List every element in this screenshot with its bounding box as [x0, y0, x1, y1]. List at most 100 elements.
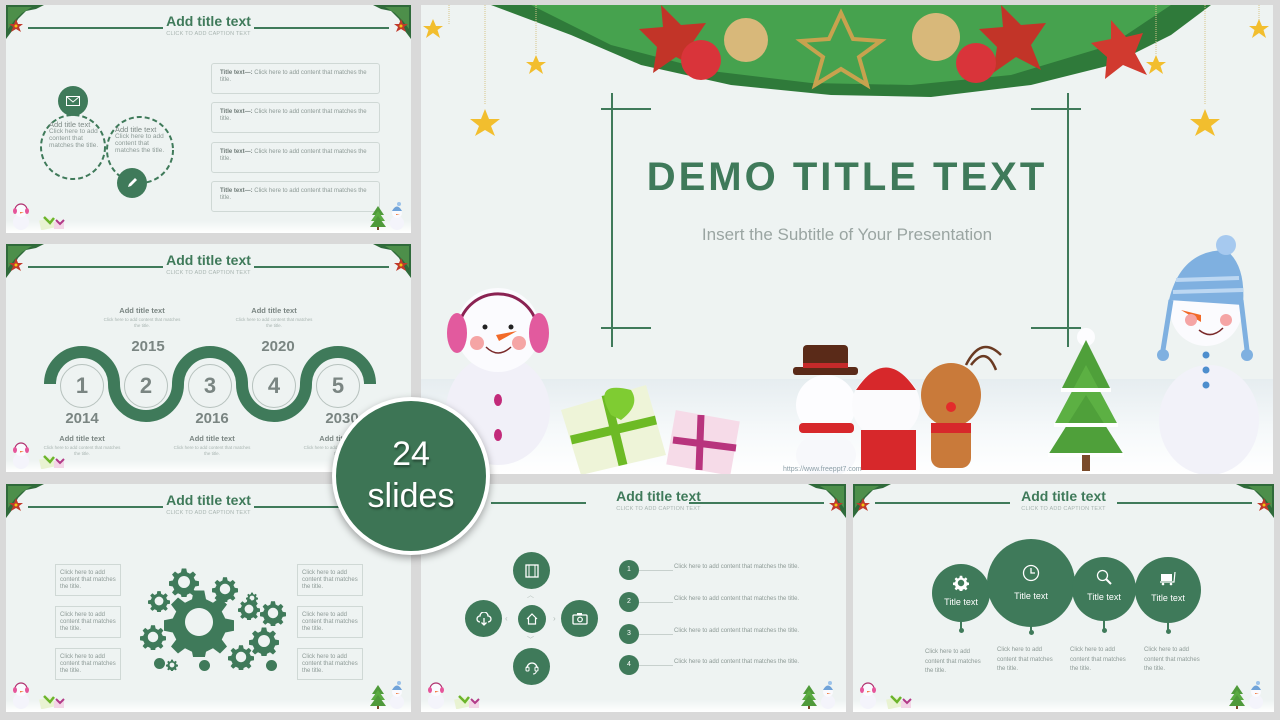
item-text: Click here to add content that matches t…: [674, 596, 800, 602]
clock-icon: [987, 564, 1075, 582]
slide-title: Add title text: [1021, 488, 1106, 504]
number-badge: 1: [619, 560, 639, 580]
connector-line: [639, 634, 673, 635]
chevron-up-icon: ︿: [527, 592, 534, 599]
callout-box: Click here to add content that matches t…: [297, 648, 363, 680]
title-slide-preview[interactable]: DEMO TITLE TEXT Insert the Subtitle of Y…: [421, 5, 1273, 474]
circle-title: Add title text: [115, 125, 157, 134]
bubble-label: Title text: [1087, 592, 1121, 602]
snowman-icon: [386, 202, 408, 230]
callout-box: Click here to add content that matches t…: [297, 606, 363, 638]
bubble-stem-dot: [1102, 628, 1107, 633]
box-label: Title text—:: [220, 70, 253, 76]
timeline-title: Add title text: [251, 306, 297, 315]
gift-icon: [453, 693, 483, 709]
bubble-label: Title text: [944, 597, 978, 607]
slide-thumbnail-circles[interactable]: Add title text CLICK TO ADD CAPTION TEXT…: [6, 5, 411, 233]
box-label: Title text—:: [220, 149, 253, 155]
snowman-icon: [386, 681, 408, 709]
connector-line: [639, 570, 673, 571]
gear-icon: [932, 575, 990, 591]
timeline-year: 2014: [65, 410, 99, 427]
callout-box: Click here to add content that matches t…: [55, 564, 121, 596]
frame-line: [1067, 93, 1069, 347]
bubble-card: Title text: [1135, 557, 1201, 623]
hanging-stars-decoration: [423, 5, 1269, 136]
slide-count-number: 24: [392, 435, 430, 473]
slide-title: Add title text: [616, 488, 701, 504]
snowman-icon: [857, 681, 879, 709]
timeline-title: Add title text: [189, 434, 235, 443]
tree-icon: [801, 685, 817, 709]
film-icon: [513, 552, 550, 589]
slide-count-badge: 24 slides: [332, 397, 490, 555]
gift-icon: [38, 453, 68, 469]
bubble-description: Click here to add content that matches t…: [925, 649, 981, 674]
snowman-icon: [10, 441, 32, 469]
cloud-download-icon: [465, 600, 502, 637]
frame-line: [611, 93, 613, 347]
timeline-step-number: 4: [252, 364, 296, 408]
circle-text-block: Add title text Click here to add content…: [115, 126, 170, 154]
circle-text-block: Add title text Click here to add content…: [49, 121, 104, 149]
chevron-down-icon: ﹀: [527, 637, 534, 644]
timeline-year: 2015: [131, 338, 165, 355]
slide-header: Add title text CLICK TO ADD CAPTION TEXT: [853, 488, 1274, 516]
connector-line: [639, 665, 673, 666]
number-badge: 3: [619, 624, 639, 644]
gear-icon: [148, 590, 170, 612]
connector-line: [639, 602, 673, 603]
search-chart-icon: [1072, 569, 1136, 585]
timeline-desc: Click here to add content that matches t…: [173, 445, 251, 456]
slide-caption: CLICK TO ADD CAPTION TEXT: [616, 506, 701, 512]
snowman-icon: [10, 202, 32, 230]
slide-title: Add title text: [166, 13, 251, 29]
gift-icon: [38, 693, 68, 709]
snowman-icon: [10, 681, 32, 709]
timeline-title: Add title text: [119, 306, 165, 315]
chevron-left-icon: ‹: [505, 614, 508, 623]
slide-thumbnail-icon-list[interactable]: Add title text CLICK TO ADD CAPTION TEXT…: [421, 484, 846, 712]
tree-icon: [370, 685, 386, 709]
snowman-icon: [1245, 681, 1267, 709]
luggage-cart-icon: [1135, 570, 1201, 586]
bubble-stem-dot: [1166, 629, 1171, 634]
slide-thumbnail-bubbles[interactable]: Add title text CLICK TO ADD CAPTION TEXT…: [853, 484, 1274, 712]
bubble-stem-dot: [959, 628, 964, 633]
box-label: Title text—:: [220, 109, 253, 115]
presentation-preview-canvas: Add title text CLICK TO ADD CAPTION TEXT…: [0, 0, 1280, 720]
pencil-icon: [117, 168, 147, 198]
bubble-label: Title text: [1014, 591, 1048, 601]
number-badge: 2: [619, 592, 639, 612]
callout-box: Click here to add content that matches t…: [55, 648, 121, 680]
text-box: Title text—: Click here to add content t…: [211, 142, 380, 173]
gift-icon: [885, 693, 915, 709]
timeline-step-number: 3: [188, 364, 232, 408]
timeline-year: 2020: [261, 338, 295, 355]
gift-icon: [38, 214, 68, 230]
slide-caption: CLICK TO ADD CAPTION TEXT: [166, 31, 251, 37]
callout-box: Click here to add content that matches t…: [55, 606, 121, 638]
slide-header: Add title text CLICK TO ADD CAPTION TEXT: [6, 13, 411, 41]
home-icon: [518, 605, 546, 633]
bubble-description: Click here to add content that matches t…: [1070, 647, 1126, 672]
gifts-icon: [561, 385, 740, 474]
snow-ground: [421, 700, 846, 712]
presentation-subtitle: Insert the Subtitle of Your Presentation: [701, 225, 993, 244]
timeline-year: 2016: [195, 410, 229, 427]
envelope-icon: [58, 86, 88, 116]
snowman-icon: [817, 681, 839, 709]
slide-count-label: slides: [367, 477, 455, 515]
circle-body: Click here to add content that matches t…: [115, 133, 165, 154]
gear-icon: [166, 659, 178, 671]
number-badge: 4: [619, 655, 639, 675]
gear-icon: [140, 624, 166, 650]
timeline-desc: Click here to add content that matches t…: [235, 317, 313, 328]
text-box: Title text—: Click here to add content t…: [211, 63, 380, 94]
bubble-card: Title text: [987, 539, 1075, 627]
watermark-url: https://www.freeppt7.com: [783, 466, 862, 473]
tree-icon: [370, 206, 386, 230]
box-label: Title text—:: [220, 188, 253, 194]
item-text: Click here to add content that matches t…: [674, 564, 800, 570]
gear-icon: [228, 644, 254, 670]
